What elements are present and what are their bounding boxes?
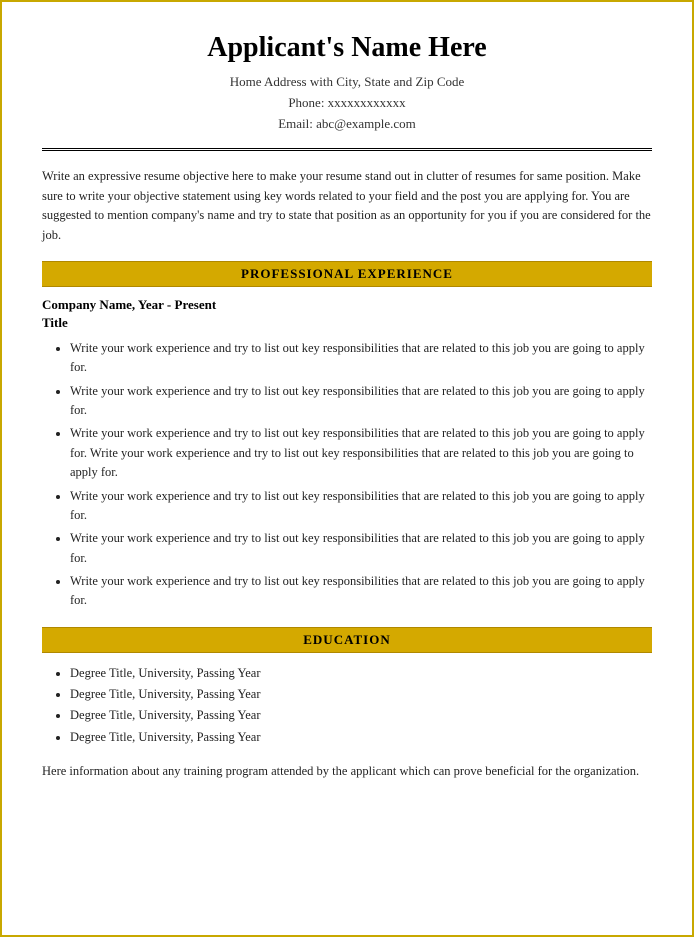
objective-text: Write an expressive resume objective her… [42, 167, 652, 245]
education-item: Degree Title, University, Passing Year [70, 727, 652, 748]
professional-experience-header: PROFESSIONAL EXPERIENCE [42, 261, 652, 287]
applicant-name: Applicant's Name Here [42, 32, 652, 64]
experience-item: Write your work experience and try to li… [70, 339, 652, 378]
training-text: Here information about any training prog… [42, 762, 652, 781]
contact-email: Email: abc@example.com [42, 114, 652, 135]
contact-phone: Phone: xxxxxxxxxxxx [42, 93, 652, 114]
education-list: Degree Title, University, Passing YearDe… [42, 663, 652, 748]
experience-item: Write your work experience and try to li… [70, 382, 652, 421]
education-header: EDUCATION [42, 627, 652, 653]
contact-address: Home Address with City, State and Zip Co… [42, 72, 652, 93]
education-item: Degree Title, University, Passing Year [70, 705, 652, 726]
experience-item: Write your work experience and try to li… [70, 424, 652, 482]
company-line: Company Name, Year - Present [42, 297, 652, 313]
resume-document: Applicant's Name Here Home Address with … [0, 0, 694, 937]
experience-item: Write your work experience and try to li… [70, 572, 652, 611]
job-title-line: Title [42, 315, 652, 331]
experience-item: Write your work experience and try to li… [70, 487, 652, 526]
header-divider [42, 148, 652, 151]
experience-item: Write your work experience and try to li… [70, 529, 652, 568]
education-item: Degree Title, University, Passing Year [70, 663, 652, 684]
experience-list: Write your work experience and try to li… [42, 339, 652, 611]
education-item: Degree Title, University, Passing Year [70, 684, 652, 705]
contact-info: Home Address with City, State and Zip Co… [42, 72, 652, 134]
